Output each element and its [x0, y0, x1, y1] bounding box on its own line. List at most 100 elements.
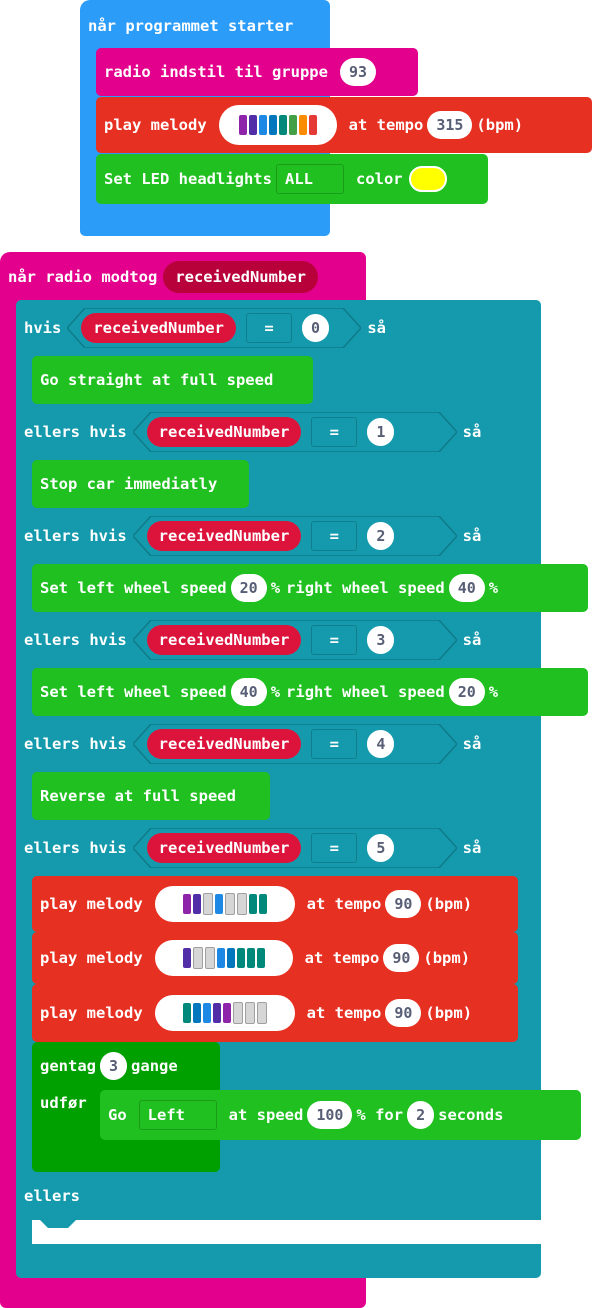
elseif-label-4: ellers hvis	[24, 735, 127, 753]
melody-note-4	[216, 948, 225, 968]
received-number-var-5[interactable]: receivedNumber	[146, 833, 302, 863]
compare-value-4[interactable]: 4	[367, 730, 395, 758]
received-number-var-1[interactable]: receivedNumber	[146, 417, 302, 447]
compare-1[interactable]: receivedNumber = 1	[132, 412, 457, 452]
speed-field[interactable]: 100	[307, 1101, 353, 1129]
seconds-field[interactable]: 2	[407, 1101, 435, 1129]
tempo-field-1[interactable]: 90	[385, 890, 422, 918]
elseif-label-2: ellers hvis	[24, 527, 127, 545]
elseif-label-1: ellers hvis	[24, 423, 127, 441]
melody-note-1	[182, 1003, 191, 1023]
then-label-4: så	[462, 735, 482, 753]
elseif-row-3: ellers hvis receivedNumber = 3 så	[16, 616, 481, 664]
right-wheel-speed-field-1[interactable]: 40	[448, 574, 485, 602]
received-number-var-4[interactable]: receivedNumber	[146, 729, 302, 759]
go-label: Go	[108, 1106, 127, 1124]
else-row: ellers	[16, 1176, 80, 1216]
melody-note-4	[212, 1003, 221, 1023]
set-led-label: Set LED headlights	[104, 170, 272, 188]
tempo-number-field[interactable]: 315	[427, 111, 473, 139]
melody-note-2	[192, 894, 201, 914]
seconds-label: seconds	[438, 1106, 504, 1124]
elseif-row-1: ellers hvis receivedNumber = 1 så	[16, 408, 481, 456]
then-label-3: så	[462, 631, 482, 649]
melody-note-6	[288, 115, 297, 135]
melody-note-3	[258, 115, 267, 135]
compare-4[interactable]: receivedNumber = 4	[132, 724, 457, 764]
compare-value-0[interactable]: 0	[301, 314, 330, 342]
then-label-5: så	[462, 839, 482, 857]
tempo-field-3[interactable]: 90	[385, 999, 422, 1027]
received-number-var-3[interactable]: receivedNumber	[146, 625, 302, 655]
eq-operator-2[interactable]: =	[311, 521, 358, 551]
compare-value-2[interactable]: 2	[367, 522, 395, 550]
play-melody-row-2: play melody at tempo 90 (bpm)	[32, 932, 470, 984]
play-melody-label-3: play melody	[40, 1004, 143, 1022]
eq-operator-5[interactable]: =	[311, 833, 358, 863]
reverse-label: Reverse at full speed	[40, 787, 236, 805]
set-left-wheel-label-2: Set left wheel speed	[40, 683, 227, 701]
on-radio-header: når radio modtog receivedNumber	[0, 258, 322, 296]
compare-0[interactable]: receivedNumber = 0	[67, 308, 362, 348]
left-wheel-speed-field-1[interactable]: 20	[230, 574, 267, 602]
at-tempo-label-3: at tempo	[306, 1004, 382, 1022]
melody-note-6	[232, 1002, 243, 1024]
on-radio-label: når radio modtog	[8, 268, 158, 286]
melody-field-3[interactable]	[154, 995, 295, 1031]
elseif-label-3: ellers hvis	[24, 631, 127, 649]
compare-value-5[interactable]: 5	[367, 834, 395, 862]
melody-note-2	[192, 1003, 201, 1023]
radio-group-number-field[interactable]: 93	[339, 58, 377, 86]
bpm-label-1: (bpm)	[425, 895, 473, 913]
received-number-var-0[interactable]: receivedNumber	[81, 313, 236, 343]
else-label: ellers	[24, 1187, 80, 1205]
compare-2[interactable]: receivedNumber = 2	[132, 516, 457, 556]
received-number-param[interactable]: receivedNumber	[163, 261, 318, 293]
led-dropdown[interactable]: ALL	[275, 164, 344, 194]
set-left-wheel-label-1: Set left wheel speed	[40, 579, 227, 597]
compare-5[interactable]: receivedNumber = 5	[132, 828, 457, 868]
play-melody-row: play melody at tempo 315 (bpm)	[96, 97, 523, 153]
percent-label-2a: %	[270, 683, 281, 701]
eq-operator-4[interactable]: =	[311, 729, 358, 759]
compare-3[interactable]: receivedNumber = 3	[132, 620, 457, 660]
received-number-var-2[interactable]: receivedNumber	[146, 521, 302, 551]
set-wheel-speed-row-1: Set left wheel speed 20 % right wheel sp…	[32, 564, 498, 612]
melody-note-1	[182, 948, 191, 968]
repeat-times-field[interactable]: 3	[100, 1052, 128, 1080]
play-melody-row-3: play melody at tempo 90 (bpm)	[32, 984, 472, 1042]
percent-label-1b: %	[488, 579, 499, 597]
at-speed-label: at speed	[228, 1106, 304, 1124]
reverse-row: Reverse at full speed	[32, 772, 236, 820]
melody-field-1[interactable]	[154, 886, 295, 922]
repeat-row: gentag 3 gange	[32, 1046, 178, 1086]
tempo-field-2[interactable]: 90	[383, 944, 420, 972]
led-color-picker[interactable]	[408, 166, 447, 192]
eq-operator-0[interactable]: =	[245, 313, 292, 343]
eq-operator-1[interactable]: =	[311, 417, 358, 447]
empty-else-slot[interactable]	[32, 1220, 541, 1244]
percent-label-2b: %	[488, 683, 499, 701]
radio-set-group-label: radio indstil til gruppe	[104, 63, 328, 81]
on-start-header: når programmet starter	[80, 8, 293, 44]
melody-note-3	[204, 947, 215, 969]
color-label: color	[355, 170, 403, 188]
melody-field-2[interactable]	[154, 940, 293, 976]
eq-operator-3[interactable]: =	[311, 625, 358, 655]
elseif-label-5: ellers hvis	[24, 839, 127, 857]
melody-note-5	[224, 893, 235, 915]
repeat-label: gentag	[40, 1057, 96, 1075]
go-row: Go Left at speed 100 % for 2 seconds	[100, 1090, 503, 1140]
left-wheel-speed-field-2[interactable]: 40	[230, 678, 267, 706]
melody-note-6	[236, 948, 245, 968]
compare-value-3[interactable]: 3	[367, 626, 395, 654]
melody-note-6	[236, 893, 247, 915]
right-wheel-speed-field-2[interactable]: 20	[448, 678, 485, 706]
then-label-1: så	[462, 423, 482, 441]
elseif-row-5: ellers hvis receivedNumber = 5 så	[16, 824, 481, 872]
direction-dropdown[interactable]: Left	[138, 1100, 217, 1130]
compare-value-1[interactable]: 1	[367, 418, 395, 446]
melody-field[interactable]	[218, 105, 337, 145]
at-tempo-label-2: at tempo	[304, 949, 380, 967]
melody-note-1	[182, 894, 191, 914]
